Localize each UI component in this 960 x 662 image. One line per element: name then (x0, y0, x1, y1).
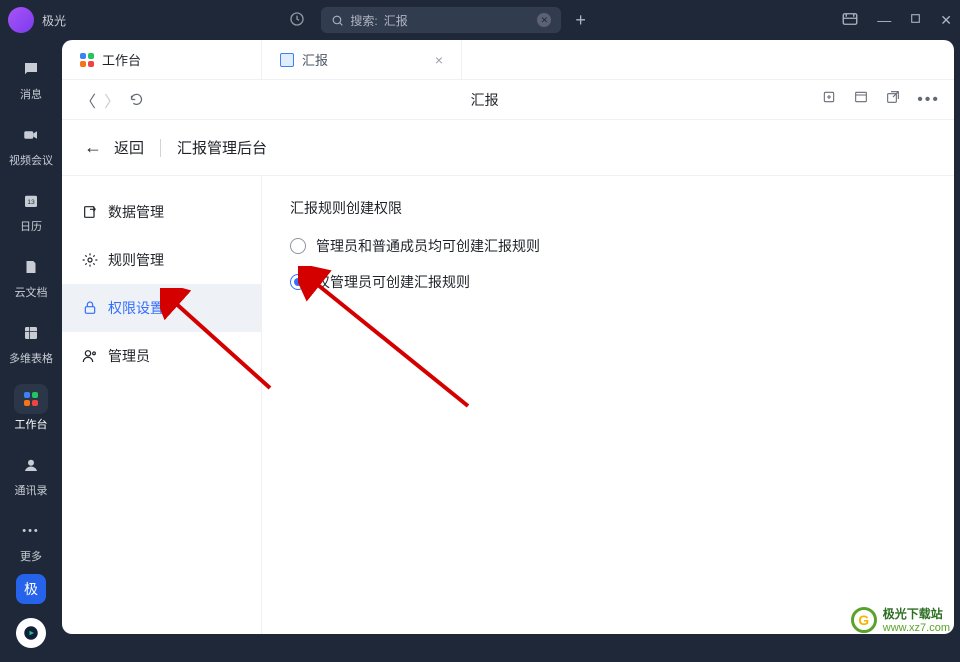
workbench-icon (24, 392, 38, 406)
rail-app-badge[interactable]: 极 (16, 574, 46, 604)
chat-icon (22, 60, 40, 78)
rail-item-contacts[interactable]: 通讯录 (0, 442, 62, 508)
rail-item-calendar[interactable]: 13 日历 (0, 178, 62, 244)
calendar-icon: 13 (22, 192, 40, 210)
global-search[interactable]: 搜索: 汇报 ✕ (321, 7, 561, 33)
contacts-icon (22, 456, 40, 474)
table-icon (22, 324, 40, 342)
page-toolbar: 〈 〉 汇报 ••• (62, 80, 954, 120)
rail-help-icon[interactable] (16, 618, 46, 648)
settings-side-menu: 数据管理 规则管理 权限设置 管理员 (62, 176, 262, 634)
rail-item-base[interactable]: 多维表格 (0, 310, 62, 376)
radio-label: 仅管理员可创建汇报规则 (316, 272, 470, 292)
nav-back-button[interactable]: 〈 (76, 88, 100, 112)
window-minimize-button[interactable]: — (877, 12, 891, 28)
watermark-text: 极光下载站 (883, 605, 950, 622)
rail-item-docs[interactable]: 云文档 (0, 244, 62, 310)
rail-item-messages[interactable]: 消息 (0, 46, 62, 112)
video-icon (22, 126, 40, 144)
window-maximize-button[interactable] (909, 12, 922, 28)
panel-icon[interactable] (853, 89, 869, 110)
gear-icon (82, 252, 98, 268)
cloud-doc-icon (22, 258, 40, 276)
app-leftrail: 消息 视频会议 13 日历 云文档 多维表格 工作台 通讯录 ••• 更多 极 (0, 40, 62, 640)
tab-report[interactable]: 汇报 × (262, 40, 462, 79)
user-avatar[interactable] (8, 7, 34, 33)
page-title: 汇报 (148, 90, 821, 110)
panel-title: 汇报规则创建权限 (290, 198, 926, 218)
clear-search-icon[interactable]: ✕ (537, 13, 551, 27)
nav-refresh-button[interactable] (124, 92, 148, 107)
page-header: ← 返回 汇报管理后台 (62, 120, 954, 176)
more-icon[interactable]: ••• (917, 91, 940, 109)
radio-option-admin-only[interactable]: 仅管理员可创建汇报规则 (290, 272, 926, 292)
radio-icon (290, 274, 306, 290)
shortcut-icon[interactable] (821, 89, 837, 110)
nav-forward-button[interactable]: 〉 (100, 88, 124, 112)
workbench-icon (80, 53, 94, 67)
page-body: 数据管理 规则管理 权限设置 管理员 汇报规则创建权限 管理员和普通成员均可创建… (62, 176, 954, 634)
watermark-url: www.xz7.com (883, 622, 950, 634)
content-window: 工作台 汇报 × 〈 〉 汇报 ••• ← 返回 汇报管理后台 (62, 40, 954, 634)
search-prefix: 搜索: (350, 12, 377, 29)
svg-text:13: 13 (27, 199, 35, 206)
radio-icon (290, 238, 306, 254)
permissions-panel: 汇报规则创建权限 管理员和普通成员均可创建汇报规则 仅管理员可创建汇报规则 (262, 176, 954, 634)
rail-item-workbench[interactable]: 工作台 (0, 376, 62, 442)
rail-item-more[interactable]: ••• 更多 (0, 508, 62, 574)
tab-workbench[interactable]: 工作台 (62, 40, 262, 79)
toolbox-icon[interactable] (841, 10, 859, 31)
window-close-button[interactable]: ✕ (940, 12, 952, 29)
app-brand: 极光 (42, 12, 66, 29)
window-titlebar: 极光 搜索: 汇报 ✕ + — ✕ (0, 0, 960, 40)
menu-item-permissions[interactable]: 权限设置 (62, 284, 261, 332)
search-term: 汇报 (384, 12, 408, 29)
radio-label: 管理员和普通成员均可创建汇报规则 (316, 236, 540, 256)
history-icon[interactable] (289, 11, 305, 30)
header-divider (160, 139, 161, 157)
export-icon (82, 204, 98, 220)
close-tab-icon[interactable]: × (435, 52, 443, 68)
rail-item-video[interactable]: 视频会议 (0, 112, 62, 178)
open-new-icon[interactable] (885, 89, 901, 110)
tabstrip: 工作台 汇报 × (62, 40, 954, 80)
toolbar-actions: ••• (821, 89, 940, 110)
report-icon (280, 53, 294, 67)
menu-item-data[interactable]: 数据管理 (62, 188, 261, 236)
back-arrow-icon[interactable]: ← (84, 137, 102, 158)
ellipsis-icon: ••• (22, 525, 40, 537)
rail-bottom: 极 (16, 574, 46, 662)
back-label[interactable]: 返回 (114, 137, 144, 158)
menu-item-rules[interactable]: 规则管理 (62, 236, 261, 284)
menu-item-admins[interactable]: 管理员 (62, 332, 261, 380)
search-icon (331, 14, 344, 27)
radio-option-all[interactable]: 管理员和普通成员均可创建汇报规则 (290, 236, 926, 256)
new-tab-button[interactable]: + (575, 10, 586, 31)
watermark: G 极光下载站 www.xz7.com (851, 605, 950, 634)
tab-label: 工作台 (102, 50, 141, 69)
tab-label: 汇报 (302, 50, 328, 69)
watermark-logo-icon: G (851, 607, 877, 633)
lock-icon (82, 300, 98, 316)
header-title: 汇报管理后台 (177, 137, 267, 158)
admin-icon (82, 348, 98, 364)
